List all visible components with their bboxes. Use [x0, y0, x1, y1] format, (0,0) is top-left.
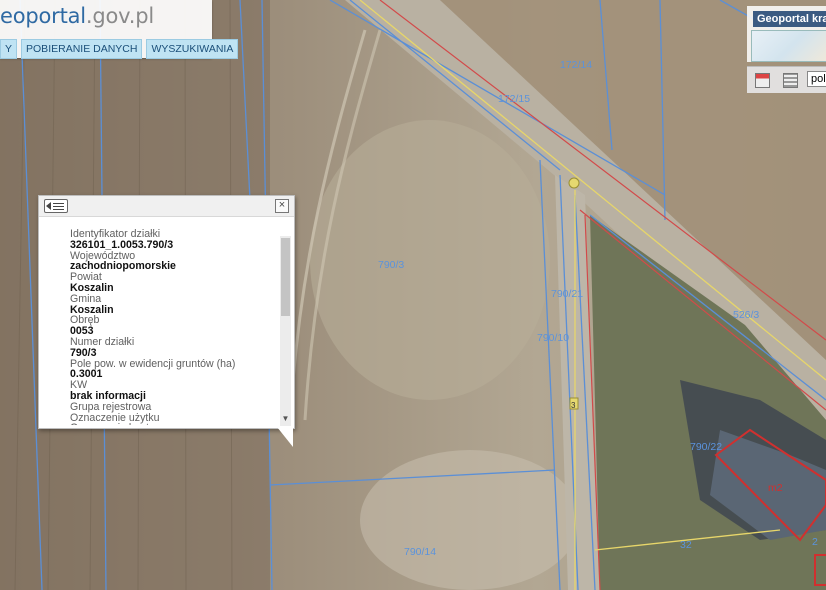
- logo-domain: .gov.pl: [85, 4, 155, 28]
- attribute-value: Koszalin: [70, 303, 114, 316]
- tab-menu-partial[interactable]: Y: [0, 39, 18, 59]
- logo[interactable]: eoportal.gov.pl: [0, 4, 154, 28]
- parcel-label: 172/15: [498, 93, 530, 105]
- attribute-label: Grupa rejestrowa: [70, 400, 152, 413]
- attribute-value: 790/3: [70, 346, 97, 359]
- attribute-label: Oznaczenie konturu: [70, 423, 275, 425]
- header: eoportal.gov.pl Y POBIERANIE DANYCH WYSZ…: [0, 0, 239, 59]
- save-icon[interactable]: [783, 73, 798, 88]
- attribute-value: 0.3001: [70, 368, 103, 381]
- parcel-info-popup: × Identyfikator działki 326101_1.0053.790…: [38, 195, 295, 429]
- parcel-label: 790/10: [537, 332, 569, 344]
- tab-wyszukiwania[interactable]: WYSZUKIWANIA: [146, 39, 239, 59]
- sand-patch: [310, 120, 550, 400]
- overview-panel: Geoportal kra: [747, 6, 826, 62]
- parcel-label: 790/21: [551, 288, 583, 300]
- parcel-label: 790/14: [404, 546, 436, 558]
- marker-point: [568, 177, 580, 189]
- parcel-label: 172/14: [560, 59, 592, 71]
- logo-main: eoportal: [0, 4, 86, 28]
- scroll-down-icon[interactable]: ▼: [281, 414, 290, 423]
- print-icon[interactable]: [755, 73, 770, 88]
- attribute-label: Numer działki: [70, 335, 135, 348]
- parcel-label: m2: [768, 482, 783, 494]
- tab-pobieranie-danych[interactable]: POBIERANIE DANYCH: [21, 39, 143, 59]
- menu-collapse-icon[interactable]: [44, 199, 68, 213]
- parcel-label: 526/3: [733, 309, 759, 321]
- right-toolbar: [747, 66, 826, 93]
- popup-scrollbar[interactable]: ▼: [280, 236, 291, 426]
- overview-map-thumbnail[interactable]: [751, 30, 826, 62]
- parcel-label: 2: [812, 536, 818, 548]
- main-nav: Y POBIERANIE DANYCH WYSZUKIWANIA: [0, 39, 239, 59]
- popup-header: ×: [39, 196, 294, 217]
- parcel-label: 3: [571, 401, 576, 410]
- parcel-label: 790/3: [378, 259, 404, 271]
- attribute-label: Gmina: [70, 292, 102, 305]
- parcel-attributes: Identyfikator działki 326101_1.0053.790/3…: [70, 229, 275, 425]
- parcel-label: 32: [680, 539, 692, 551]
- popup-pointer: [277, 427, 293, 447]
- parcel-label: 790/22: [690, 441, 722, 453]
- close-icon[interactable]: ×: [275, 199, 289, 213]
- attribute-value: 326101_1.0053.790/3: [70, 238, 174, 251]
- search-input[interactable]: [807, 71, 826, 87]
- scrollbar-thumb[interactable]: [281, 238, 290, 316]
- attribute-label: Obręb: [70, 314, 100, 327]
- overview-title: Geoportal kra: [753, 11, 826, 27]
